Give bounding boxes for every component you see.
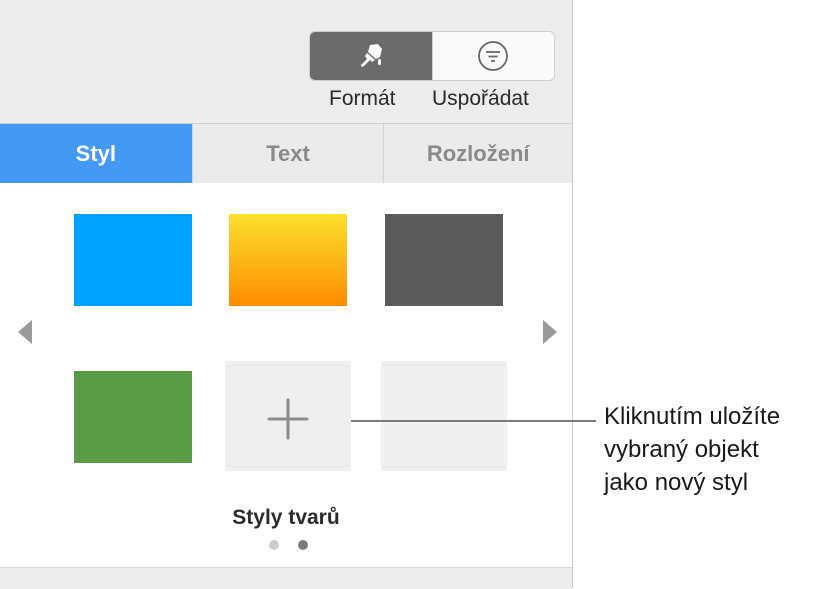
plus-icon xyxy=(267,398,309,440)
next-page-arrow-icon[interactable] xyxy=(543,320,557,344)
shape-styles-pane: Styly tvarů xyxy=(0,183,572,567)
add-style-button[interactable] xyxy=(225,361,351,471)
format-button[interactable] xyxy=(310,32,432,80)
style-swatch-dark-gray[interactable] xyxy=(385,214,503,306)
arrange-label: Uspořádat xyxy=(432,87,529,110)
tab-layout[interactable]: Rozložení xyxy=(384,124,572,183)
callout-line-3: jako nový styl xyxy=(604,469,749,496)
page-indicator-dot-1[interactable] xyxy=(269,540,279,550)
tab-text[interactable]: Text xyxy=(193,124,385,183)
style-swatch-blue[interactable] xyxy=(74,214,192,306)
callout-text: Kliknutím uložíte vybraný objekt jako no… xyxy=(604,400,780,499)
shape-styles-caption: Styly tvarů xyxy=(232,506,340,529)
page-indicator-dot-2[interactable] xyxy=(298,540,308,550)
arrange-button[interactable] xyxy=(431,32,554,80)
callout-line-1: Kliknutím uložíte xyxy=(604,403,781,430)
style-swatch-orange-gradient[interactable] xyxy=(229,214,347,306)
previous-page-arrow-icon[interactable] xyxy=(18,320,32,344)
paintbrush-icon xyxy=(360,44,382,67)
toolbar-segmented-control xyxy=(309,31,555,81)
style-swatch-green[interactable] xyxy=(74,371,192,463)
toolbar: Formát Uspořádat xyxy=(0,0,572,122)
callout-line-2: vybraný objekt xyxy=(604,436,759,463)
format-sidebar: Formát Uspořádat Styl Text Rozložení Sty… xyxy=(0,0,573,589)
tab-bar: Styl Text Rozložení xyxy=(0,123,572,184)
tab-style[interactable]: Styl xyxy=(0,124,193,183)
format-label: Formát xyxy=(329,87,396,110)
filter-icon xyxy=(478,41,509,71)
panel-footer xyxy=(0,567,572,589)
empty-style-slot xyxy=(381,361,507,471)
callout-leader-line xyxy=(351,420,596,422)
